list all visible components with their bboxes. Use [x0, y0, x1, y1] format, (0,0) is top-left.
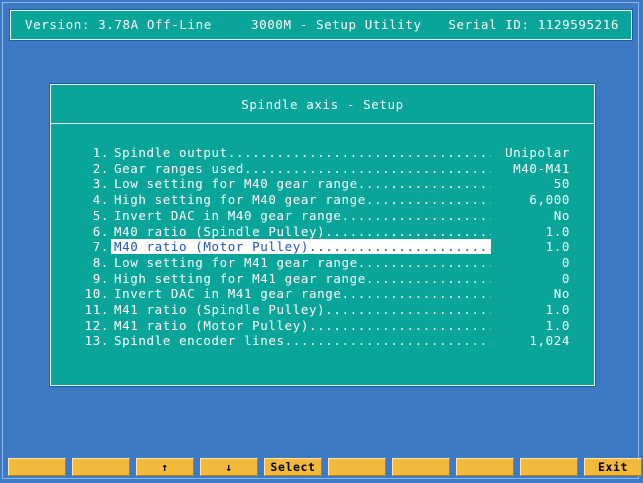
- setting-label: M40 ratio (Motor Pulley): [111, 239, 491, 255]
- up-arrow-icon[interactable]: ↑: [136, 458, 194, 476]
- setting-label: High setting for M40 gear range: [111, 192, 491, 207]
- setting-value: Unipolar: [504, 145, 570, 160]
- setting-label: Low setting for M41 gear range: [111, 255, 491, 270]
- setting-row[interactable]: 3.Low setting for M40 gear range 50: [51, 176, 594, 191]
- setting-row[interactable]: 13.Spindle encoder lines 1,024: [51, 333, 594, 348]
- setting-value: 1.0: [545, 317, 570, 333]
- setting-value: 0: [561, 254, 570, 270]
- fkey-2[interactable]: [72, 458, 130, 476]
- exit-button[interactable]: Exit: [584, 458, 642, 476]
- setting-value: No: [553, 286, 570, 302]
- setting-number: 4.: [92, 192, 109, 208]
- setting-value: No: [553, 207, 570, 223]
- spindle-setup-dialog: Spindle axis - Setup 1.Spindle output Uni…: [50, 84, 595, 386]
- setting-row[interactable]: 4.High setting for M40 gear range 6,000: [51, 192, 594, 207]
- setting-label: M41 ratio (Motor Pulley): [111, 318, 491, 333]
- setting-label: Spindle output: [111, 145, 491, 160]
- setting-label: Gear ranges used: [111, 161, 491, 176]
- header-bar: Version: 3.78A Off-Line 3000M - Setup Ut…: [10, 10, 632, 40]
- setting-value: M40-M41: [513, 160, 570, 176]
- setting-row[interactable]: 11.M41 ratio (Spindle Pulley) 1.0: [51, 302, 594, 317]
- setting-number: 2.: [92, 160, 109, 176]
- setting-label: Invert DAC in M40 gear range: [111, 208, 491, 223]
- setting-number: 11.: [84, 302, 109, 317]
- dialog-divider: [51, 123, 594, 124]
- setting-number: 5.: [92, 207, 109, 223]
- setting-value: 1,024: [529, 333, 570, 349]
- setting-number: 9.: [92, 270, 109, 286]
- setting-value: 1.0: [545, 223, 570, 239]
- setting-row[interactable]: 1.Spindle output Unipolar: [51, 145, 594, 160]
- setting-label: Low setting for M40 gear range: [111, 176, 491, 191]
- fkey-9[interactable]: [520, 458, 578, 476]
- setting-number: 10.: [84, 286, 109, 302]
- down-arrow-icon[interactable]: ↓: [200, 458, 258, 476]
- setting-value: 1.0: [545, 239, 570, 255]
- setting-label: M40 ratio (Spindle Pulley): [111, 224, 491, 239]
- setting-row[interactable]: 8.Low setting for M41 gear range 0: [51, 255, 594, 270]
- setting-number: 7.: [92, 239, 109, 255]
- select-button[interactable]: Select: [264, 458, 322, 476]
- setting-value: 6,000: [529, 192, 570, 208]
- setting-number: 1.: [92, 145, 109, 160]
- setting-value: 50: [553, 176, 570, 192]
- setting-label: Spindle encoder lines: [111, 333, 491, 348]
- setting-label: M41 ratio (Spindle Pulley): [111, 302, 491, 317]
- fkey-1[interactable]: [8, 458, 66, 476]
- setting-row[interactable]: 6.M40 ratio (Spindle Pulley) 1.0: [51, 224, 594, 239]
- setting-value: 0: [561, 270, 570, 286]
- setting-value: 1.0: [545, 302, 570, 317]
- setting-number: 13.: [84, 333, 109, 349]
- setting-number: 8.: [92, 254, 109, 270]
- setting-row[interactable]: 2.Gear ranges used M40-M41: [51, 161, 594, 176]
- setting-row[interactable]: 5.Invert DAC in M40 gear range No: [51, 208, 594, 223]
- setting-row[interactable]: 7.M40 ratio (Motor Pulley) 1.0: [51, 239, 594, 255]
- setting-row[interactable]: 12.M41 ratio (Motor Pulley) 1.0: [51, 318, 594, 333]
- function-key-bar: ↑ ↓ Select Exit: [8, 458, 642, 478]
- setting-label: Invert DAC in M41 gear range: [111, 286, 491, 301]
- setting-row[interactable]: 9.High setting for M41 gear range 0: [51, 271, 594, 286]
- setting-label: High setting for M41 gear range: [111, 271, 491, 286]
- setting-number: 3.: [92, 176, 109, 192]
- dialog-title: Spindle axis - Setup: [241, 97, 404, 112]
- setting-row[interactable]: 10.Invert DAC in M41 gear range No: [51, 286, 594, 301]
- version-text: Version: 3.78A Off-Line: [25, 17, 212, 32]
- setting-number: 6.: [92, 223, 109, 239]
- fkey-7[interactable]: [392, 458, 450, 476]
- fkey-8[interactable]: [456, 458, 514, 476]
- setting-number: 12.: [84, 317, 109, 333]
- app-title: 3000M - Setup Utility: [251, 17, 422, 32]
- fkey-6[interactable]: [328, 458, 386, 476]
- serial-id-text: Serial ID: 1129595216: [448, 17, 619, 32]
